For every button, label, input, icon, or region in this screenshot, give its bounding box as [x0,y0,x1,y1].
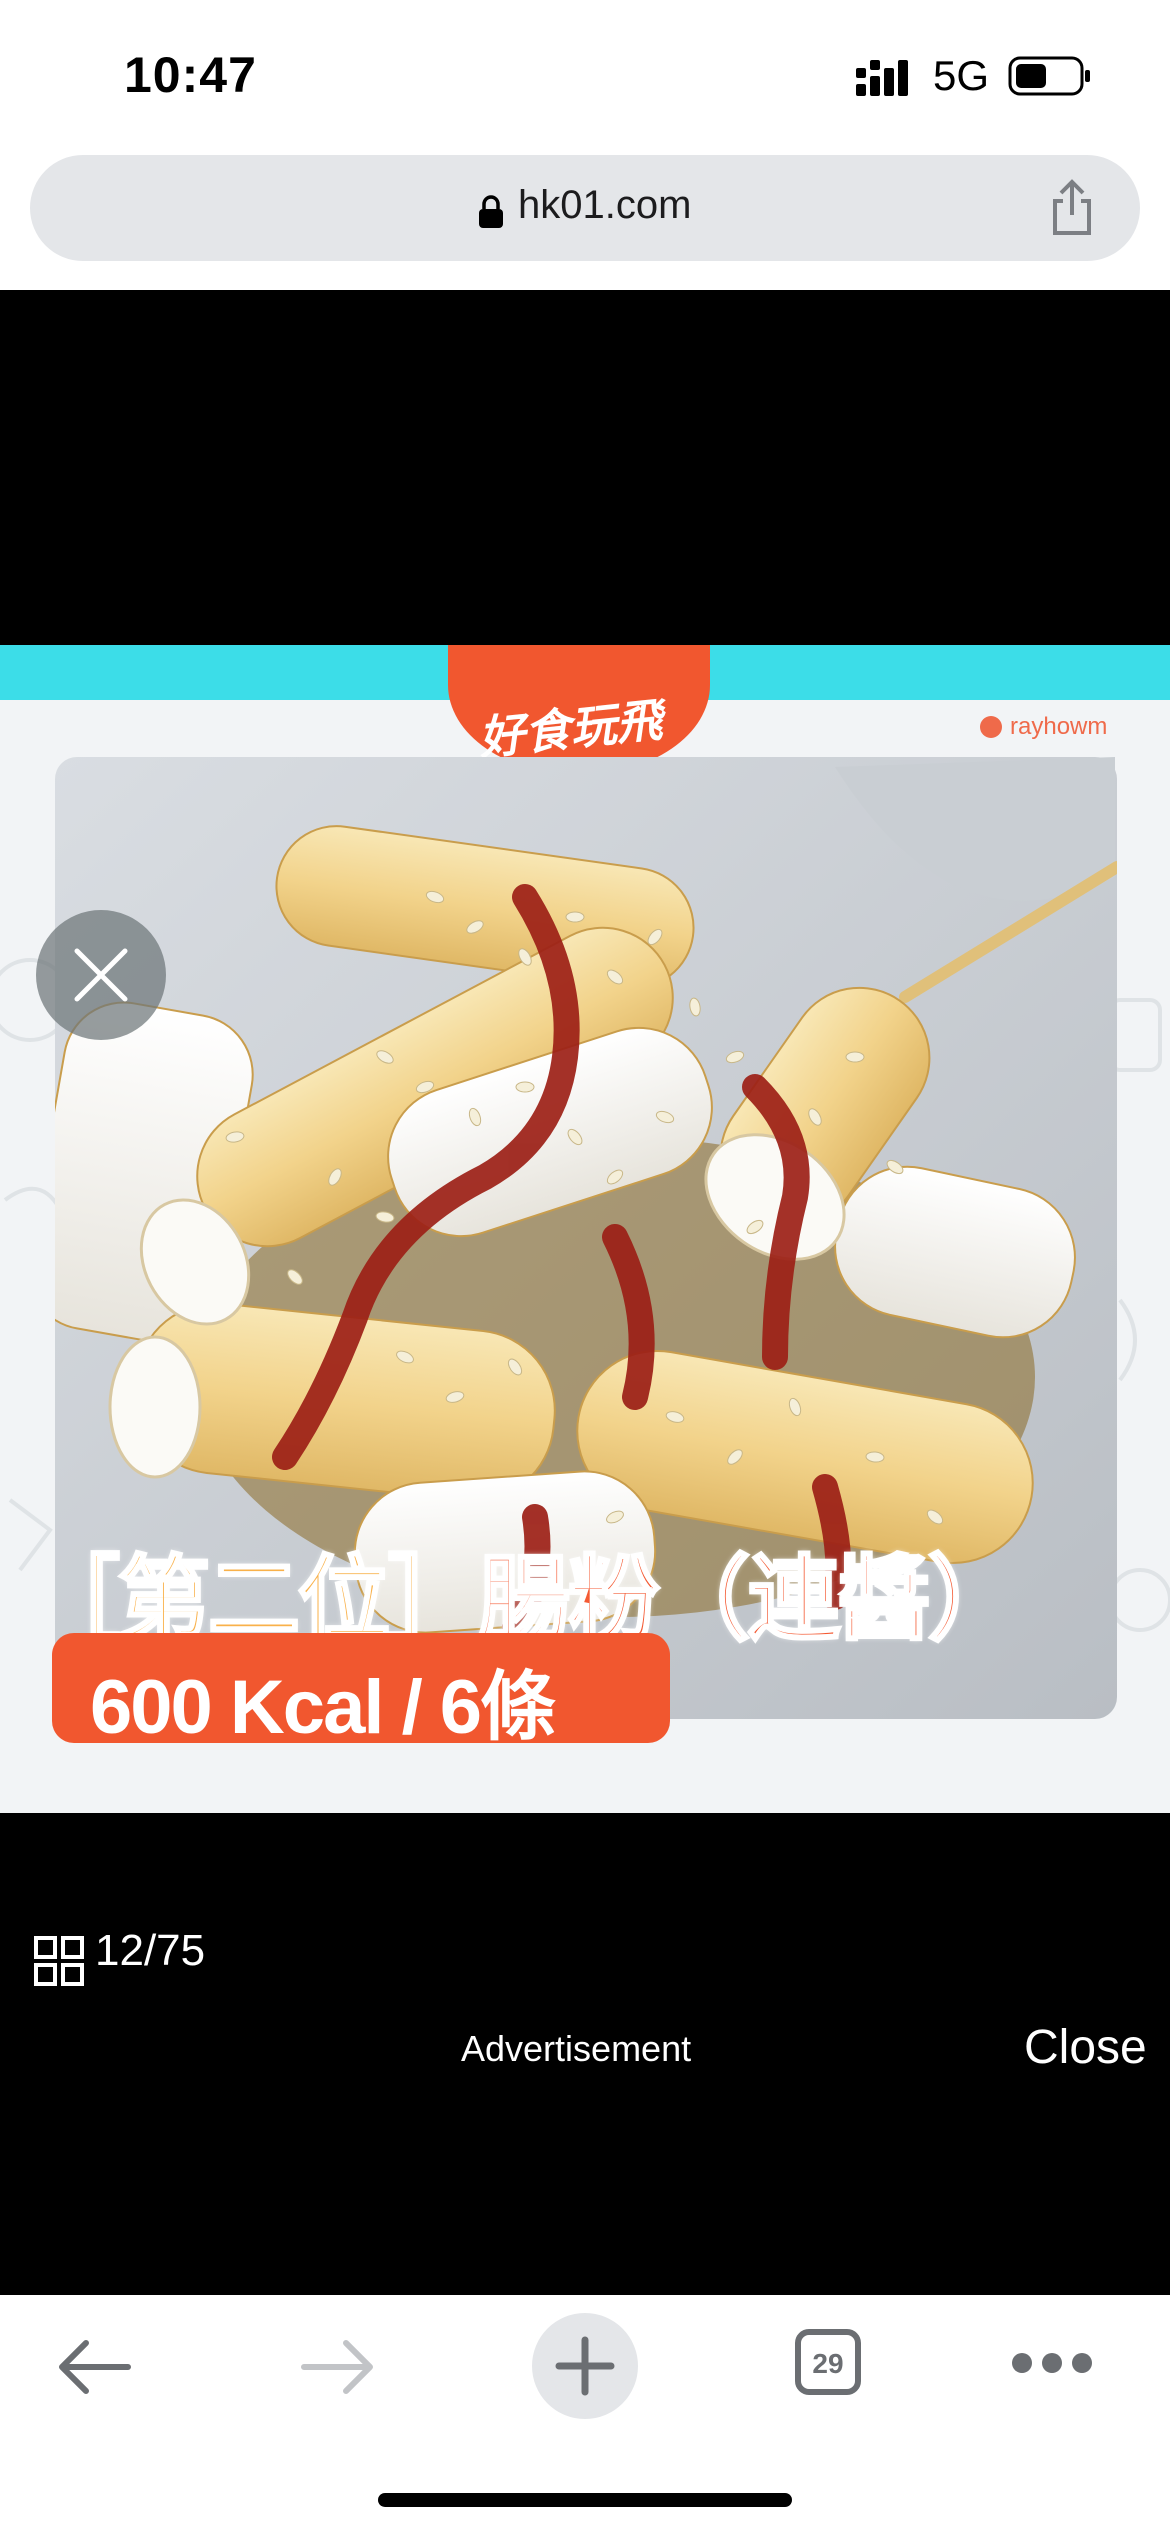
image-viewer: 好食玩飛 rayhowm ［第二位］腸粉（連醬） 600 Kcal / 6條 1… [0,290,1170,2295]
close-ad-button[interactable]: Close [1024,2020,1147,2075]
lock-icon [479,195,503,228]
tab-count: 29 [812,2348,844,2379]
new-tab-button[interactable] [532,2313,638,2419]
calorie-text: 600 Kcal / 6條 [90,1665,556,1750]
status-time: 10:47 [124,47,257,103]
image-counter: 12/75 [95,1926,206,1975]
network-label: 5G [933,52,990,99]
back-arrow-icon[interactable] [56,2337,132,2397]
grid-view-icon[interactable] [34,1936,84,1986]
close-viewer-button[interactable] [36,910,166,1040]
address-bar[interactable]: hk01.com [30,155,1140,261]
more-options-icon[interactable] [1010,2351,1094,2375]
photo-credit: rayhowm [980,713,1107,741]
browser-bottom-toolbar: 29 [0,2295,1170,2532]
forward-arrow-icon[interactable] [300,2337,376,2397]
instagram-icon [980,716,1002,738]
plus-icon [555,2336,615,2396]
battery-icon [1008,56,1090,96]
status-bar: 10:47 5G [0,0,1170,140]
url-text[interactable]: hk01.com [518,183,691,228]
advertisement-label: Advertisement [461,2028,692,2069]
share-icon[interactable] [1045,179,1099,237]
photo-credit-handle: rayhowm [1010,713,1108,740]
signal-icon [856,60,908,96]
browser-top-toolbar: hk01.com [0,140,1170,290]
close-icon [74,948,128,1002]
gallery-slide[interactable]: 好食玩飛 rayhowm ［第二位］腸粉（連醬） 600 Kcal / 6條 [0,645,1170,1813]
home-indicator [378,2493,792,2507]
tab-switcher-button[interactable]: 29 [795,2329,861,2395]
calorie-badge: 600 Kcal / 6條 [52,1633,670,1750]
